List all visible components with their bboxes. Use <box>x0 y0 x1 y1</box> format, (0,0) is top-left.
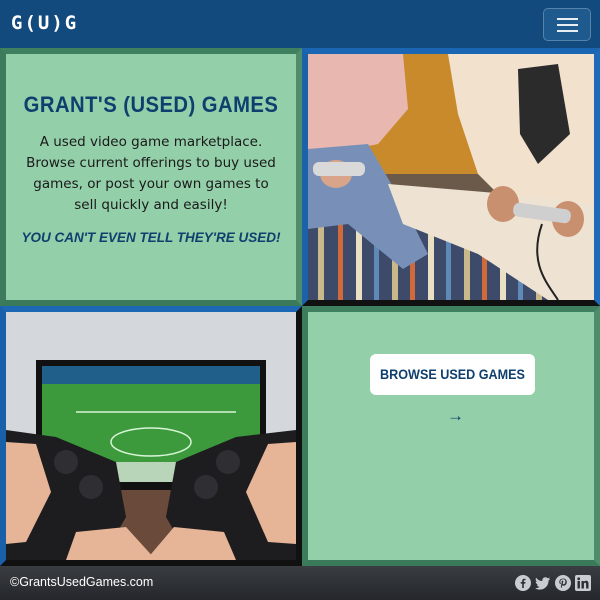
hamburger-icon <box>557 18 578 20</box>
arrow-right-icon: → <box>447 406 464 425</box>
browse-button-label: BROWSE USED GAMES <box>380 366 525 382</box>
facebook-icon[interactable] <box>515 575 531 591</box>
menu-toggle-button[interactable] <box>543 8 591 41</box>
copyright-link[interactable]: ©GrantsUsedGames.com <box>10 575 153 589</box>
site-description: A used video game marketplace. Browse cu… <box>26 134 276 213</box>
intro-panel: GRANT'S (USED) GAMES A used video game m… <box>0 48 302 306</box>
cta-panel: BROWSE USED GAMES → <box>302 306 600 566</box>
linkedin-icon[interactable] <box>575 575 591 591</box>
hamburger-icon-bar <box>557 24 578 26</box>
twitter-icon[interactable] <box>535 575 551 591</box>
pinterest-icon[interactable] <box>555 575 571 591</box>
hamburger-icon-bar <box>557 30 578 32</box>
retro-gaming-photo-illustration <box>308 54 594 300</box>
page-title: GRANT'S (USED) GAMES <box>23 92 279 117</box>
main-grid: GRANT'S (USED) GAMES A used video game m… <box>0 48 600 566</box>
navbar: G(U)G <box>0 0 600 48</box>
tagline: YOU CAN'T EVEN TELL THEY'RE USED! <box>21 230 281 245</box>
console-gaming-photo <box>0 306 302 566</box>
browse-used-games-button[interactable]: BROWSE USED GAMES → <box>370 354 535 425</box>
retro-gaming-photo <box>302 48 600 306</box>
footer: ©GrantsUsedGames.com <box>0 566 600 600</box>
console-gaming-photo-illustration <box>6 312 296 560</box>
brand-logo[interactable]: G(U)G <box>11 10 78 36</box>
